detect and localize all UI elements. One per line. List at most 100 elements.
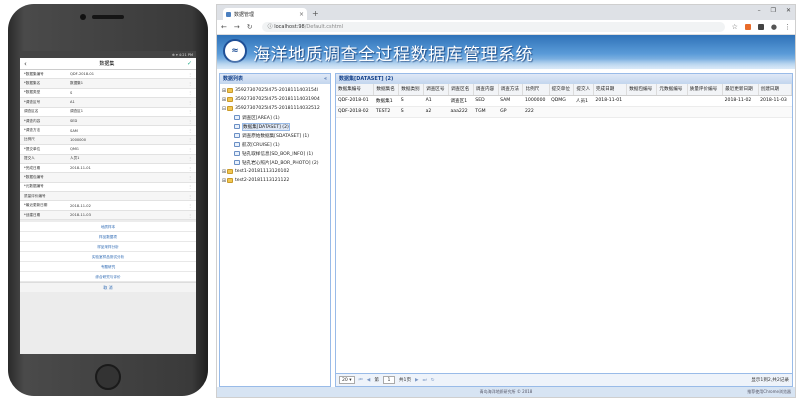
tree-node-label[interactable]: 数据集[DATASET] (2) bbox=[242, 122, 290, 131]
maximize-icon[interactable]: ❐ bbox=[771, 7, 776, 14]
tree-node[interactable]: ⊞ 35927307025l475-2018111403154l bbox=[221, 86, 329, 95]
mobile-link[interactable]: 实验室样品测试分析 bbox=[20, 252, 196, 263]
tree-node[interactable]: 钻孔取样信息[SD_BOR_INFO] (1) bbox=[221, 149, 329, 158]
form-row[interactable]: *调查区号 A1 ⋮ bbox=[20, 98, 196, 108]
column-header[interactable]: 调查区号 bbox=[423, 84, 449, 96]
form-value[interactable]: 数据集1 bbox=[70, 81, 188, 86]
form-value[interactable]: SAM bbox=[70, 129, 188, 133]
column-header[interactable]: 数据类别 bbox=[398, 84, 425, 96]
page-number-input[interactable]: 1 bbox=[382, 376, 395, 384]
form-row[interactable]: 提交人 人员1 ⋮ bbox=[20, 154, 196, 164]
last-page-icon[interactable]: ⏭ bbox=[423, 377, 427, 383]
home-button[interactable] bbox=[95, 364, 121, 390]
tree-node-label[interactable]: 钻孔取样信息[SD_BOR_INFO] (1) bbox=[242, 151, 313, 157]
form-row[interactable]: *调查内容 SED ⋮ bbox=[20, 116, 196, 127]
column-header[interactable]: 调查内容 bbox=[473, 84, 499, 96]
tree-node-label[interactable]: test2-20181113121122 bbox=[235, 178, 289, 183]
form-row[interactable]: 质量评价编号 ⋮ bbox=[20, 192, 196, 202]
row-menu-icon[interactable]: ⋮ bbox=[188, 72, 196, 77]
form-row[interactable]: *数据集编号 QDF-2018-01 ⋮ bbox=[20, 70, 196, 80]
minimize-icon[interactable]: – bbox=[758, 7, 761, 14]
form-value[interactable]: S bbox=[70, 91, 188, 95]
close-window-icon[interactable]: ✕ bbox=[786, 7, 791, 14]
column-header[interactable]: 元数据编号 bbox=[656, 84, 688, 96]
column-header[interactable]: 数据集名 bbox=[373, 84, 400, 96]
column-header[interactable]: 调查区名 bbox=[448, 84, 474, 96]
form-row[interactable]: *数据集名 数据集1 ⋮ bbox=[20, 79, 196, 89]
row-menu-icon[interactable]: ⋮ bbox=[188, 119, 196, 124]
reload-icon[interactable]: ↻ bbox=[247, 23, 253, 31]
tree-node-label[interactable]: 调查区[AREA] (1) bbox=[242, 115, 280, 121]
tree-node-label[interactable]: 钻孔岩心照片[AD_BOR_PHOTO] (2) bbox=[242, 160, 319, 166]
form-value[interactable]: A1 bbox=[70, 100, 188, 104]
browser-tab[interactable]: 数据管理 × bbox=[223, 8, 307, 20]
mobile-link[interactable]: 地质样本 bbox=[20, 222, 196, 233]
row-menu-icon[interactable]: ⋮ bbox=[188, 100, 196, 105]
column-header[interactable]: 提交单位 bbox=[549, 84, 575, 96]
table-row[interactable]: QDF-2018-01 数据集1 S A1 调查区1 SED SAM 1000000 QDMG 人… bbox=[336, 95, 792, 107]
profile-icon[interactable]: ● bbox=[771, 23, 777, 31]
prev-page-icon[interactable]: ◀ bbox=[367, 378, 371, 383]
form-row[interactable]: 调查区名 调查区1 ⋮ bbox=[20, 108, 196, 117]
tree-node[interactable]: 数据集[DATASET] (2) bbox=[221, 122, 329, 131]
form-row[interactable]: *调查方法 SAM ⋮ bbox=[20, 126, 196, 136]
row-menu-icon[interactable]: ⋮ bbox=[188, 213, 196, 218]
close-tab-icon[interactable]: × bbox=[299, 11, 304, 18]
mobile-link[interactable]: 综合研究与评价 bbox=[20, 272, 196, 283]
cancel-button[interactable]: 取 消 bbox=[20, 282, 196, 293]
form-row[interactable]: *完成日期 2018-11-01 ⋮ bbox=[20, 164, 196, 174]
row-menu-icon[interactable]: ⋮ bbox=[188, 194, 196, 199]
row-menu-icon[interactable]: ⋮ bbox=[188, 128, 196, 133]
column-header[interactable]: 数据集编号 bbox=[336, 84, 375, 96]
back-arrow-icon[interactable]: ← bbox=[221, 23, 227, 31]
column-header[interactable]: 比例尺 bbox=[522, 84, 550, 96]
form-value[interactable]: 2018-11-03 bbox=[70, 213, 188, 217]
form-row[interactable]: 比例尺 1000000 ⋮ bbox=[20, 135, 196, 146]
form-value[interactable]: SED bbox=[70, 119, 188, 123]
row-menu-icon[interactable]: ⋮ bbox=[188, 81, 196, 86]
form-value[interactable]: 2018-11-02 bbox=[70, 204, 188, 208]
form-value[interactable]: 1000000 bbox=[70, 138, 188, 142]
form-value[interactable]: 调查区1 bbox=[70, 109, 188, 114]
form-row[interactable]: *数据类型 S ⋮ bbox=[20, 89, 196, 99]
tree-node[interactable]: 航次[CRUISE] (1) bbox=[221, 140, 329, 149]
tree-node[interactable]: ⊞ test1-20181113120102 bbox=[221, 167, 329, 176]
column-header[interactable]: 调查方法 bbox=[498, 84, 524, 96]
tree-node-label[interactable]: 调查原始数据集[SDATASET] (1) bbox=[242, 133, 309, 139]
mobile-link[interactable]: 样品采样分析 bbox=[20, 242, 196, 253]
form-value[interactable]: QMG bbox=[70, 147, 188, 151]
row-menu-icon[interactable]: ⋮ bbox=[188, 175, 196, 180]
column-header[interactable]: 质量评价编号 bbox=[687, 84, 724, 96]
form-row[interactable]: *元数据编号 ⋮ bbox=[20, 183, 196, 193]
back-icon[interactable]: ‹ bbox=[24, 60, 27, 68]
new-tab-icon[interactable]: + bbox=[312, 8, 319, 20]
refresh-icon[interactable]: ↻ bbox=[431, 378, 435, 383]
row-menu-icon[interactable]: ⋮ bbox=[188, 184, 196, 189]
row-menu-icon[interactable]: ⋮ bbox=[188, 137, 196, 142]
next-page-icon[interactable]: ▶ bbox=[415, 378, 419, 383]
extension-icon[interactable] bbox=[757, 24, 764, 30]
form-row[interactable]: *数据包编号 ⋮ bbox=[20, 173, 196, 183]
column-header[interactable]: 创建日期 bbox=[758, 84, 793, 96]
row-menu-icon[interactable]: ⋮ bbox=[188, 166, 196, 171]
tree-node[interactable]: ⊞ 35927307025l475-20181114031904 bbox=[221, 95, 329, 104]
tree-node-label[interactable]: 航次[CRUISE] (1) bbox=[242, 142, 280, 148]
mobile-link[interactable]: 专题研究 bbox=[20, 262, 196, 273]
column-header[interactable]: 完成日期 bbox=[593, 84, 628, 96]
form-row[interactable]: *提交单位 QMG ⋮ bbox=[20, 145, 196, 155]
row-menu-icon[interactable]: ⋮ bbox=[188, 203, 196, 208]
tree-node-label[interactable]: 35927307025l475-20181114031904 bbox=[235, 97, 320, 102]
form-value[interactable]: QDF-2018-01 bbox=[70, 72, 188, 76]
extension-icon[interactable] bbox=[744, 24, 751, 30]
forward-arrow-icon[interactable]: → bbox=[234, 23, 240, 31]
tree-node[interactable]: 调查区[AREA] (1) bbox=[221, 113, 329, 122]
row-menu-icon[interactable]: ⋮ bbox=[188, 90, 196, 95]
mobile-link[interactable]: 样品数据项 bbox=[20, 232, 196, 243]
form-row[interactable]: *创建日期 2018-11-03 ⋮ bbox=[20, 210, 196, 221]
form-row[interactable]: *最近更新日期 2018-11-02 ⋮ bbox=[20, 201, 196, 211]
column-header[interactable]: 最近更新日期 bbox=[722, 84, 759, 96]
table-row[interactable]: QDF-2018-02 TEST2 Sa2 aaa222 TGM GP 222 bbox=[336, 106, 792, 118]
url-input[interactable]: ⓘ localhost:98/Default.cshtml bbox=[261, 22, 725, 32]
form-value[interactable]: 人员1 bbox=[70, 156, 188, 161]
tree-node[interactable]: 钻孔岩心照片[AD_BOR_PHOTO] (2) bbox=[221, 158, 329, 167]
